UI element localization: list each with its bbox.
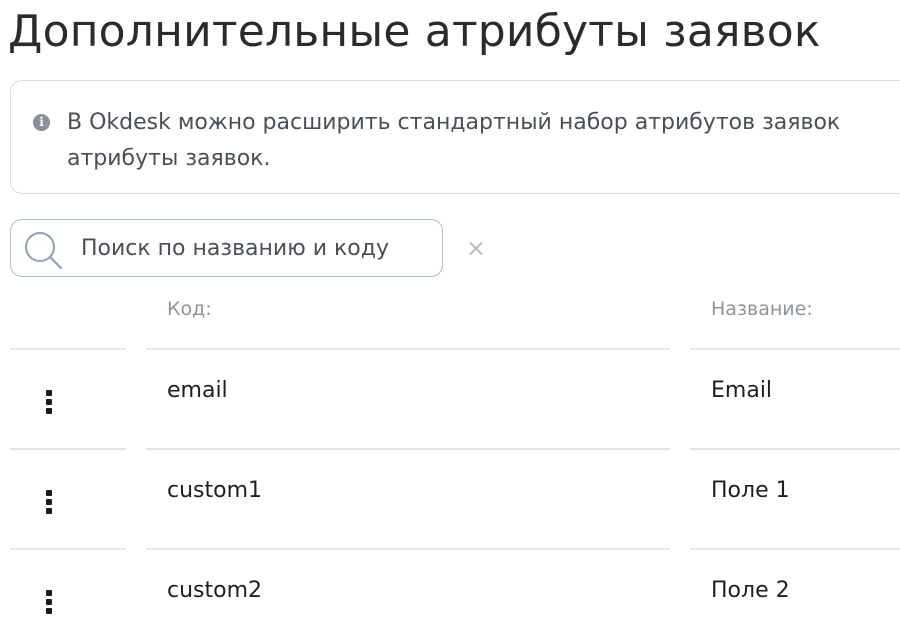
row-name: Поле 1 [711,478,790,503]
row-actions-menu-icon[interactable] [43,390,55,416]
header-divider-name [690,348,900,350]
row-divider [690,448,900,450]
column-header-name: Название: [711,298,813,320]
row-name: Поле 2 [711,578,790,603]
row-divider [10,548,126,550]
info-text-line-2: атрибуты заявок. [67,146,271,171]
header-divider-actions [10,348,126,350]
header-divider-code [146,348,670,350]
close-icon[interactable]: × [466,236,486,260]
search-icon [25,232,63,270]
info-circle-icon: i [33,114,50,131]
row-code: custom2 [167,578,263,603]
row-code: email [167,378,228,403]
search-box[interactable] [10,219,443,277]
row-divider [690,548,900,550]
info-text-line-1: В Okdesk можно расширить стандартный наб… [67,110,841,135]
row-actions-menu-icon[interactable] [43,490,55,516]
page: Дополнительные атрибуты заявок i В Okdes… [0,0,900,642]
row-actions-menu-icon[interactable] [43,590,55,616]
row-divider [146,548,670,550]
info-text: В Okdesk можно расширить стандартный наб… [67,105,900,177]
row-divider [10,448,126,450]
search-input[interactable] [81,229,431,267]
page-title: Дополнительные атрибуты заявок [8,6,821,57]
info-banner: i В Okdesk можно расширить стандартный н… [10,80,900,194]
row-code: custom1 [167,478,263,503]
row-divider [146,448,670,450]
column-header-code: Код: [167,298,212,320]
row-name: Email [711,378,773,403]
